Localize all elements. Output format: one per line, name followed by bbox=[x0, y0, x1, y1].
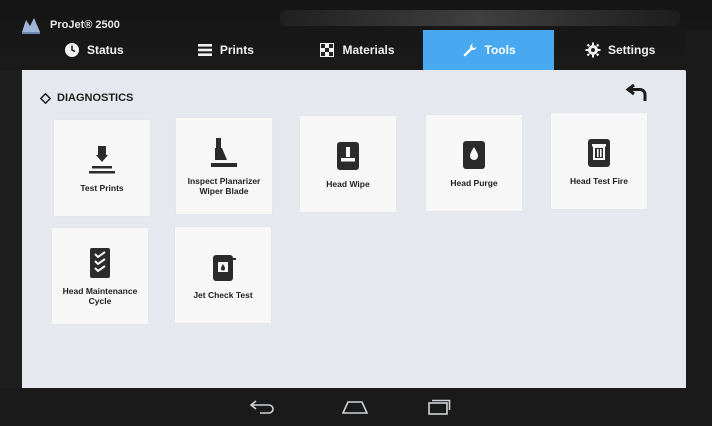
nav-home-button[interactable] bbox=[338, 394, 372, 420]
tile-head-maintenance-cycle[interactable]: Head Maintenance Cycle bbox=[52, 228, 148, 324]
tab-tools-label: Tools bbox=[484, 43, 516, 57]
tab-tools[interactable]: Tools bbox=[422, 30, 555, 70]
tab-settings[interactable]: Settings bbox=[554, 30, 686, 70]
tab-status[interactable]: Status bbox=[28, 30, 160, 70]
wiper-blade-icon bbox=[211, 138, 237, 167]
section-header: DIAGNOSTICS bbox=[40, 92, 133, 104]
tile-label: Head Wipe bbox=[326, 179, 370, 189]
tile-label: Head Test Fire bbox=[570, 176, 628, 186]
jet-check-icon bbox=[213, 255, 236, 281]
screen-glare bbox=[280, 10, 680, 26]
nav-back-button[interactable] bbox=[245, 394, 279, 420]
tile-jet-check-test[interactable]: Jet Check Test bbox=[175, 227, 271, 323]
tab-materials-label: Materials bbox=[342, 43, 395, 57]
tab-settings-label: Settings bbox=[608, 43, 656, 57]
head-wipe-icon bbox=[337, 142, 359, 170]
tile-head-wipe[interactable]: Head Wipe bbox=[300, 116, 396, 212]
back-arrow-icon bbox=[625, 83, 647, 101]
tile-label: Head Maintenance Cycle bbox=[62, 286, 138, 306]
nav-recents-icon bbox=[428, 399, 451, 415]
checker-icon bbox=[320, 43, 335, 57]
nav-home-icon bbox=[341, 401, 369, 414]
test-print-icon bbox=[89, 146, 115, 174]
wrench-icon bbox=[463, 43, 477, 57]
tab-prints[interactable]: Prints bbox=[160, 30, 292, 70]
tab-materials[interactable]: Materials bbox=[291, 30, 423, 70]
nav-back-icon bbox=[249, 400, 274, 414]
section-title: DIAGNOSTICS bbox=[57, 92, 134, 104]
tile-label: Jet Check Test bbox=[193, 290, 253, 300]
tile-label: Test Prints bbox=[80, 183, 124, 193]
list-icon bbox=[197, 44, 212, 56]
main-tabs: Status Prints Materials Tools Settings bbox=[28, 30, 686, 70]
back-button[interactable] bbox=[624, 80, 650, 106]
tile-inspect-wiper-blade[interactable]: Inspect Planarizer Wiper Blade bbox=[176, 118, 272, 214]
tile-label: Head Purge bbox=[450, 178, 498, 188]
maintenance-cycle-icon bbox=[90, 248, 110, 278]
tile-label: Inspect Planarizer Wiper Blade bbox=[187, 176, 261, 196]
diamond-icon bbox=[40, 92, 51, 104]
tile-head-purge[interactable]: Head Purge bbox=[426, 115, 522, 211]
tab-status-label: Status bbox=[86, 43, 124, 57]
bezel-left bbox=[0, 70, 22, 388]
android-nav-bar bbox=[0, 388, 712, 426]
gear-icon bbox=[585, 42, 601, 58]
head-test-fire-icon bbox=[588, 139, 610, 167]
tile-head-test-fire[interactable]: Head Test Fire bbox=[551, 113, 647, 209]
clock-icon bbox=[64, 43, 79, 57]
head-purge-icon bbox=[463, 141, 485, 169]
tile-test-prints[interactable]: Test Prints bbox=[54, 120, 150, 216]
device-screen: ProJet® 2500 Status Prints Materials Too… bbox=[0, 0, 712, 426]
bezel-right bbox=[686, 30, 712, 388]
nav-recents-button[interactable] bbox=[421, 394, 455, 420]
tab-prints-label: Prints bbox=[219, 43, 254, 57]
diagnostics-panel: DIAGNOSTICS Test Prints Inspect Planariz… bbox=[22, 70, 686, 388]
